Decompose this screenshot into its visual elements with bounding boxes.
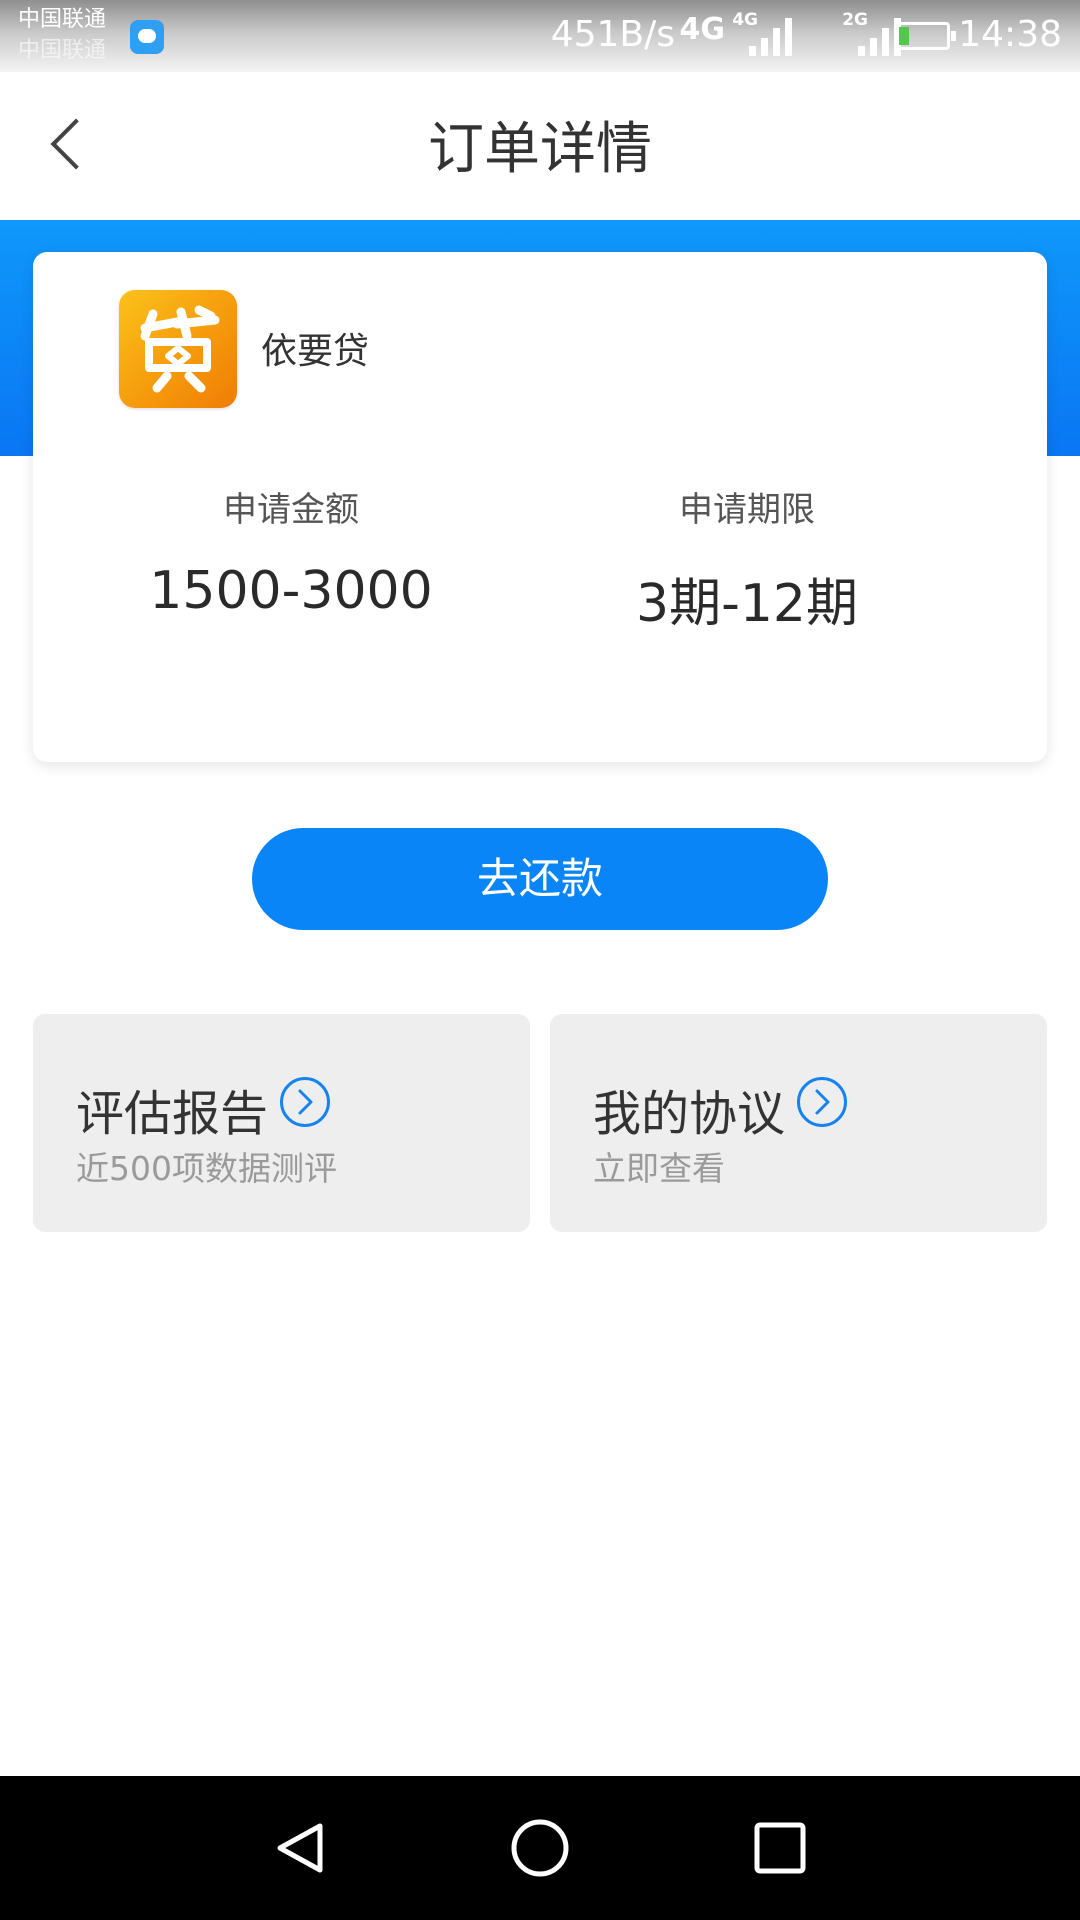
status-time: 14:38 [958, 14, 1062, 55]
nav-home-icon[interactable] [510, 1818, 570, 1878]
network-type-4g: 4G [679, 12, 726, 47]
nav-recents-icon[interactable] [752, 1820, 808, 1876]
chevron-right-circle-icon [797, 1077, 847, 1127]
carrier-secondary: 中国联通 [18, 38, 107, 63]
amount-value: 1500-3000 [149, 561, 433, 621]
title-bar: 订单详情 [0, 72, 1080, 220]
battery-charging-icon [894, 22, 956, 50]
net-speed: 451B/s [550, 14, 675, 55]
repay-button[interactable]: 去还款 [252, 828, 828, 930]
agreement-title: 我的协议 [593, 1086, 786, 1142]
report-title: 评估报告 [76, 1086, 269, 1142]
loan-card: 依要贷 申请金额 1500-3000 申请期限 3期-12期 [33, 252, 1047, 762]
carrier-primary: 中国联通 [18, 7, 107, 32]
signal-icon [749, 16, 795, 56]
system-nav-bar [0, 1776, 1080, 1920]
nav-back-icon[interactable] [272, 1820, 328, 1876]
term-label: 申请期限 [679, 490, 815, 530]
chevron-right-circle-icon [280, 1077, 330, 1127]
agreement-tile[interactable]: 我的协议 立即查看 [550, 1014, 1047, 1232]
page-title: 订单详情 [428, 117, 652, 182]
term-stat: 申请期限 3期-12期 [519, 482, 975, 636]
report-tile[interactable]: 评估报告 近500项数据测评 [33, 1014, 530, 1232]
status-bar: 中国联通 中国联通 451B/s 4G 4G 2G 14:38 [0, 0, 1080, 72]
app-name: 依要贷 [261, 331, 370, 372]
amount-label: 申请金额 [223, 490, 359, 530]
term-value: 3期-12期 [635, 574, 859, 634]
amount-stat: 申请金额 1500-3000 [63, 482, 519, 621]
agreement-subtitle: 立即查看 [593, 1149, 725, 1188]
report-subtitle: 近500项数据测评 [76, 1149, 337, 1188]
message-icon [130, 20, 164, 54]
daidai-logo-icon [119, 290, 237, 408]
